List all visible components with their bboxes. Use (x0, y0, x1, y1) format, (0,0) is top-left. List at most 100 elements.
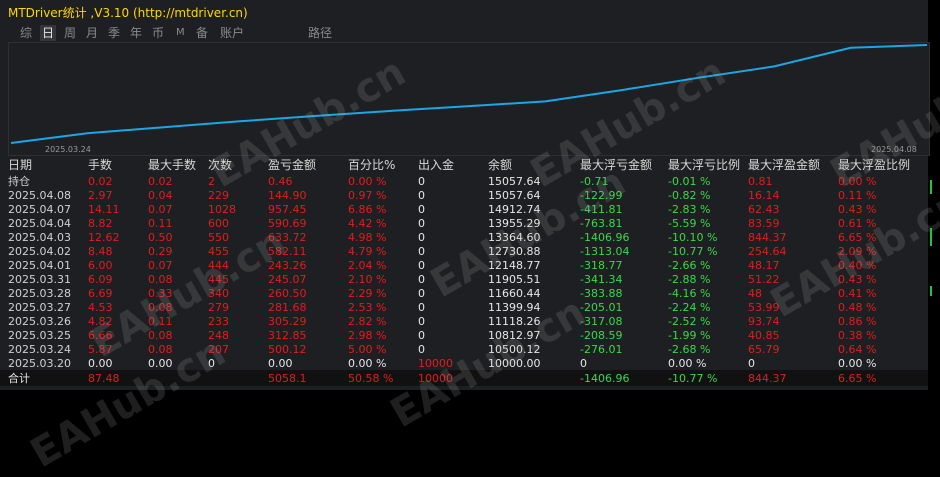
cell-lots: 5.87 (88, 343, 113, 356)
tab-magic[interactable]: M (174, 25, 187, 41)
cell-max-float-profit-pct: 0.48 % (838, 301, 877, 314)
cell-percent: 2.53 % (348, 301, 387, 314)
header-lots[interactable]: 手数 (88, 158, 112, 172)
cell-max-float-loss: -1406.96 (580, 372, 630, 385)
header-max-float-loss[interactable]: 最大浮亏金额 (580, 158, 652, 172)
table-row[interactable]: 2025.04.01 6.00 0.07 444 243.26 2.04 % 0 12148.… (0, 259, 928, 273)
header-deposit[interactable]: 出入金 (418, 158, 454, 172)
tab-summary[interactable]: 综 (18, 25, 34, 41)
cell-percent: 2.04 % (348, 259, 387, 272)
x-tick-label: 2025.03.24 (45, 145, 91, 154)
header-max-float-loss-pct[interactable]: 最大浮亏比例 (668, 158, 740, 172)
cell-pnl: 582.11 (268, 245, 307, 258)
table-row[interactable]: 2025.04.07 14.11 0.07 1028 957.45 6.86 % 0 1491… (0, 203, 928, 217)
header-pnl[interactable]: 盈亏金额 (268, 158, 316, 172)
header-max-lots[interactable]: 最大手数 (148, 158, 196, 172)
cell-max-float-loss: 0 (580, 357, 587, 370)
tab-path[interactable]: 路径 (306, 25, 334, 41)
cell-pnl: 312.85 (268, 329, 307, 342)
table-row[interactable]: 2025.04.08 2.97 0.04 229 144.90 0.97 % 0 15057.… (0, 189, 928, 203)
table-row[interactable]: 2025.04.02 8.48 0.29 455 582.11 4.79 % 0 12730.… (0, 245, 928, 259)
cell-max-lots: 0.00 (148, 357, 173, 370)
header-percent[interactable]: 百分比% (348, 158, 395, 172)
cell-max-float-loss-pct: -2.68 % (668, 343, 711, 356)
cell-max-float-loss-pct: -2.83 % (668, 203, 711, 216)
cell-deposit: 0 (418, 245, 425, 258)
tab-note[interactable]: 备 (194, 25, 210, 41)
cell-max-float-loss: -341.34 (580, 273, 623, 286)
table-row[interactable]: 持仓 0.02 0.02 2 0.46 0.00 % 0 15057.64 -0.71 -0.01… (0, 175, 928, 189)
cell-balance: 11905.51 (488, 273, 541, 286)
cell-percent: 2.10 % (348, 273, 387, 286)
cell-lots: 4.53 (88, 301, 113, 314)
cell-max-float-loss-pct: -4.16 % (668, 287, 711, 300)
tab-yearly[interactable]: 年 (128, 25, 144, 41)
cell-date: 2025.03.28 (8, 287, 71, 300)
cell-max-float-loss-pct: 0.00 % (668, 357, 707, 370)
cell-date: 2025.04.07 (8, 203, 71, 216)
cell-balance: 11399.94 (488, 301, 541, 314)
tab-currency[interactable]: 币 (150, 25, 166, 41)
cell-max-float-loss: -763.81 (580, 217, 623, 230)
tab-quarterly[interactable]: 季 (106, 25, 122, 41)
cell-deposit: 0 (418, 217, 425, 230)
cell-count: 340 (208, 287, 229, 300)
cell-percent: 6.86 % (348, 203, 387, 216)
cell-pnl: 281.68 (268, 301, 307, 314)
cell-date: 2025.03.20 (8, 357, 71, 370)
cell-balance: 11660.44 (488, 287, 541, 300)
header-max-float-profit-pct[interactable]: 最大浮盈比例 (838, 158, 910, 172)
tab-account[interactable]: 账户 (218, 25, 246, 41)
cell-date: 2025.04.08 (8, 189, 71, 202)
cell-date: 合计 (8, 372, 30, 385)
table-row[interactable]: 2025.03.28 6.69 0.33 340 260.50 2.29 % 0 11660.… (0, 287, 928, 301)
table-row[interactable]: 2025.03.26 4.82 0.11 233 305.29 2.82 % 0 11118.… (0, 315, 928, 329)
cell-max-float-profit-pct: 0.61 % (838, 217, 877, 230)
cell-count: 445 (208, 273, 229, 286)
cell-max-float-loss-pct: -0.01 % (668, 175, 711, 188)
cell-max-float-profit: 40.85 (748, 329, 780, 342)
cell-date: 2025.04.01 (8, 259, 71, 272)
cell-max-float-loss: -318.77 (580, 259, 623, 272)
header-date[interactable]: 日期 (8, 158, 32, 172)
cell-max-float-profit-pct: 0.38 % (838, 329, 877, 342)
tab-weekly[interactable]: 周 (62, 25, 78, 41)
cell-max-float-loss: -122.99 (580, 189, 623, 202)
cell-max-float-loss: -276.01 (580, 343, 623, 356)
header-max-float-profit[interactable]: 最大浮盈金额 (748, 158, 820, 172)
cell-deposit: 0 (418, 343, 425, 356)
cell-pnl: 5058.1 (268, 372, 307, 385)
cell-max-float-profit: 48 (748, 287, 762, 300)
cell-max-float-loss-pct: -1.99 % (668, 329, 711, 342)
table-row[interactable]: 2025.03.25 6.66 0.08 248 312.85 2.98 % 0 10812.… (0, 329, 928, 343)
cell-max-lots: 0.08 (148, 329, 173, 342)
tab-daily[interactable]: 日 (40, 25, 57, 41)
equity-chart: 2025.03.24 2025.04.08 (8, 42, 930, 156)
cell-deposit: 0 (418, 203, 425, 216)
cell-percent: 4.79 % (348, 245, 387, 258)
table-row[interactable]: 2025.03.24 5.87 0.08 207 500.12 5.00 % 0 10500.… (0, 343, 928, 357)
table-row[interactable]: 2025.04.04 8.82 0.11 600 590.69 4.42 % 0 13955.… (0, 217, 928, 231)
table-row[interactable]: 2025.04.03 12.62 0.50 550 633.72 4.98 % 0 13364… (0, 231, 928, 245)
cell-max-float-profit-pct: 0.11 % (838, 189, 877, 202)
header-balance[interactable]: 余额 (488, 158, 512, 172)
table-row[interactable]: 2025.03.27 4.53 0.08 279 281.68 2.53 % 0 11399.… (0, 301, 928, 315)
cell-percent: 0.00 % (348, 175, 387, 188)
cell-percent: 5.00 % (348, 343, 387, 356)
equity-line (10, 44, 928, 144)
cell-max-lots: 0.07 (148, 203, 173, 216)
cell-deposit: 0 (418, 231, 425, 244)
cell-pnl: 245.07 (268, 273, 307, 286)
cell-count: 1028 (208, 203, 236, 216)
tab-monthly[interactable]: 月 (84, 25, 100, 41)
table-row[interactable]: 2025.03.20 0.00 0.00 0 0.00 0.00 % 10000 10000.… (0, 357, 928, 371)
cell-max-float-profit: 0.81 (748, 175, 773, 188)
header-count[interactable]: 次数 (208, 158, 232, 172)
cell-lots: 0.02 (88, 175, 113, 188)
cell-max-float-profit-pct: 0.00 % (838, 357, 877, 370)
cell-max-float-profit: 62.43 (748, 203, 780, 216)
cell-max-float-loss: -0.71 (580, 175, 609, 188)
table-row[interactable]: 2025.03.31 6.09 0.08 445 245.07 2.10 % 0 11905.… (0, 273, 928, 287)
cell-max-float-loss: -1406.96 (580, 231, 630, 244)
cell-max-float-loss-pct: -2.66 % (668, 259, 711, 272)
